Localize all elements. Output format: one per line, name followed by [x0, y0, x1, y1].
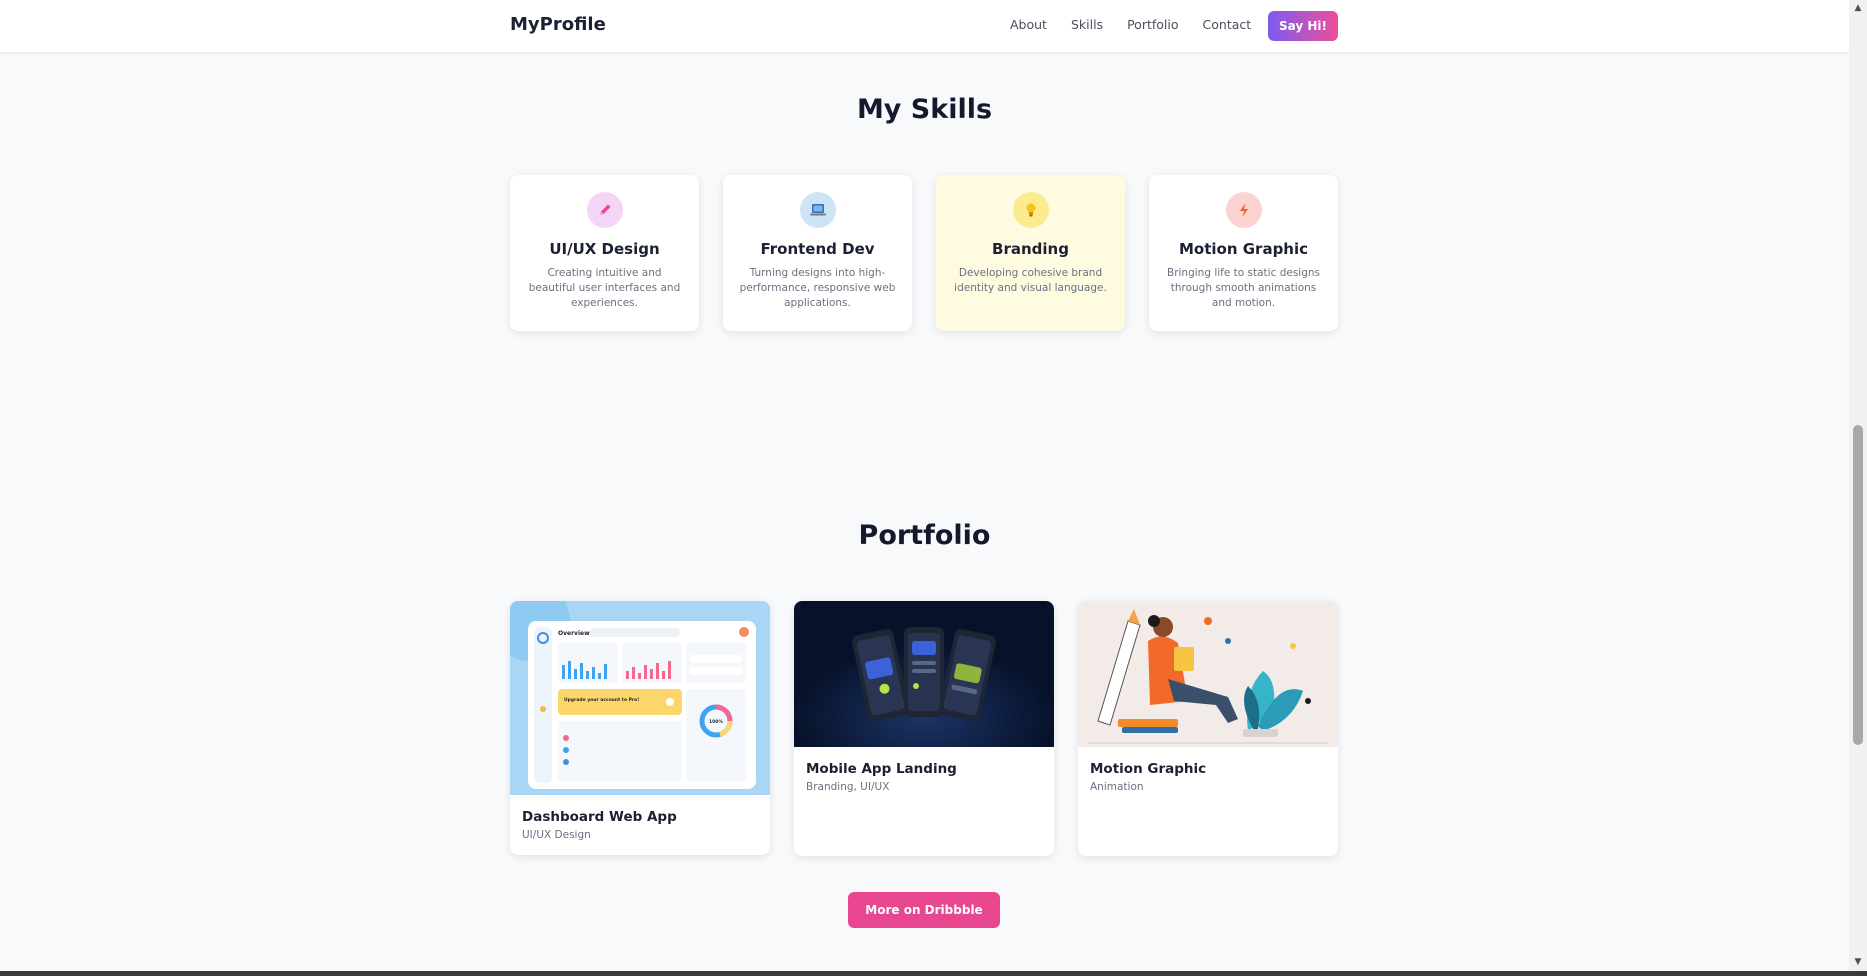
nav-about[interactable]: About — [1010, 17, 1047, 32]
work-title: Motion Graphic — [1090, 761, 1207, 777]
nav-portfolio[interactable]: Portfolio — [1127, 17, 1178, 32]
skill-desc: Turning designs into high-performance, r… — [739, 267, 896, 309]
dashboard-overview-text: Overview — [558, 630, 590, 637]
main-nav: About Skills Portfolio Contact — [1010, 17, 1251, 32]
skill-desc: Creating intuitive and beautiful user in… — [528, 267, 681, 309]
skill-card-motion: Motion Graphic Bringing life to static d… — [1149, 175, 1338, 331]
more-on-dribbble-button[interactable]: More on Dribbble — [848, 892, 1000, 928]
skill-title: UI/UX Design — [549, 240, 660, 258]
work-tag: UI/UX Design — [522, 829, 591, 841]
dashboard-thumbnail: Overview Upgrade your account to Pro! 10… — [510, 601, 770, 795]
portfolio-card-dashboard[interactable]: Overview Upgrade your account to Pro! 10… — [510, 601, 770, 855]
say-hi-button[interactable]: Say Hi! — [1268, 11, 1338, 41]
work-title: Dashboard Web App — [522, 809, 677, 825]
lightning-icon — [1225, 192, 1262, 228]
dashboard-banner-text: Upgrade your account to Pro! — [564, 697, 639, 703]
nav-contact[interactable]: Contact — [1203, 17, 1252, 32]
page-viewport: MyProfile About Skills Portfolio Contact… — [0, 0, 1849, 971]
skill-desc: Developing cohesive brand identity and v… — [954, 267, 1107, 294]
laptop-icon — [799, 192, 836, 228]
scroll-down-arrow-icon[interactable]: ▼ — [1849, 954, 1867, 971]
skill-title: Motion Graphic — [1178, 240, 1309, 258]
mobile-app-thumbnail — [794, 601, 1054, 747]
dashboard-donut-label: 100% — [709, 719, 723, 725]
site-logo[interactable]: MyProfile — [510, 14, 606, 35]
nav-skills[interactable]: Skills — [1071, 17, 1103, 32]
portfolio-card-mobile[interactable]: Mobile App Landing Branding, UI/UX — [794, 601, 1054, 856]
work-tag: Branding, UI/UX — [806, 781, 890, 793]
work-title: Mobile App Landing — [806, 761, 957, 777]
window-bottom-edge — [0, 971, 1867, 976]
portfolio-section-title: Portfolio — [858, 520, 991, 551]
page-scrollbar[interactable]: ▲ ▼ — [1849, 0, 1867, 971]
skills-section-title: My Skills — [856, 94, 993, 125]
skill-card-uiux: UI/UX Design Creating intuitive and beau… — [510, 175, 699, 331]
scroll-thumb[interactable] — [1853, 425, 1863, 745]
pencil-icon — [586, 192, 623, 228]
scroll-up-arrow-icon[interactable]: ▲ — [1849, 0, 1867, 17]
work-tag: Animation — [1090, 781, 1144, 793]
skill-desc: Bringing life to static designs through … — [1166, 267, 1320, 309]
lightbulb-icon — [1012, 192, 1049, 228]
skill-card-frontend: Frontend Dev Turning designs into high-p… — [723, 175, 912, 331]
site-header: MyProfile About Skills Portfolio Contact… — [0, 0, 1849, 52]
skill-card-branding: Branding Developing cohesive brand ident… — [936, 175, 1125, 331]
portfolio-grid: Overview Upgrade your account to Pro! 10… — [510, 601, 1338, 856]
skill-title: Branding — [992, 240, 1069, 258]
portfolio-card-motion[interactable]: Motion Graphic Animation — [1078, 601, 1338, 856]
motion-graphic-thumbnail — [1078, 601, 1338, 747]
skill-title: Frontend Dev — [760, 240, 875, 258]
skills-grid: UI/UX Design Creating intuitive and beau… — [510, 175, 1338, 331]
